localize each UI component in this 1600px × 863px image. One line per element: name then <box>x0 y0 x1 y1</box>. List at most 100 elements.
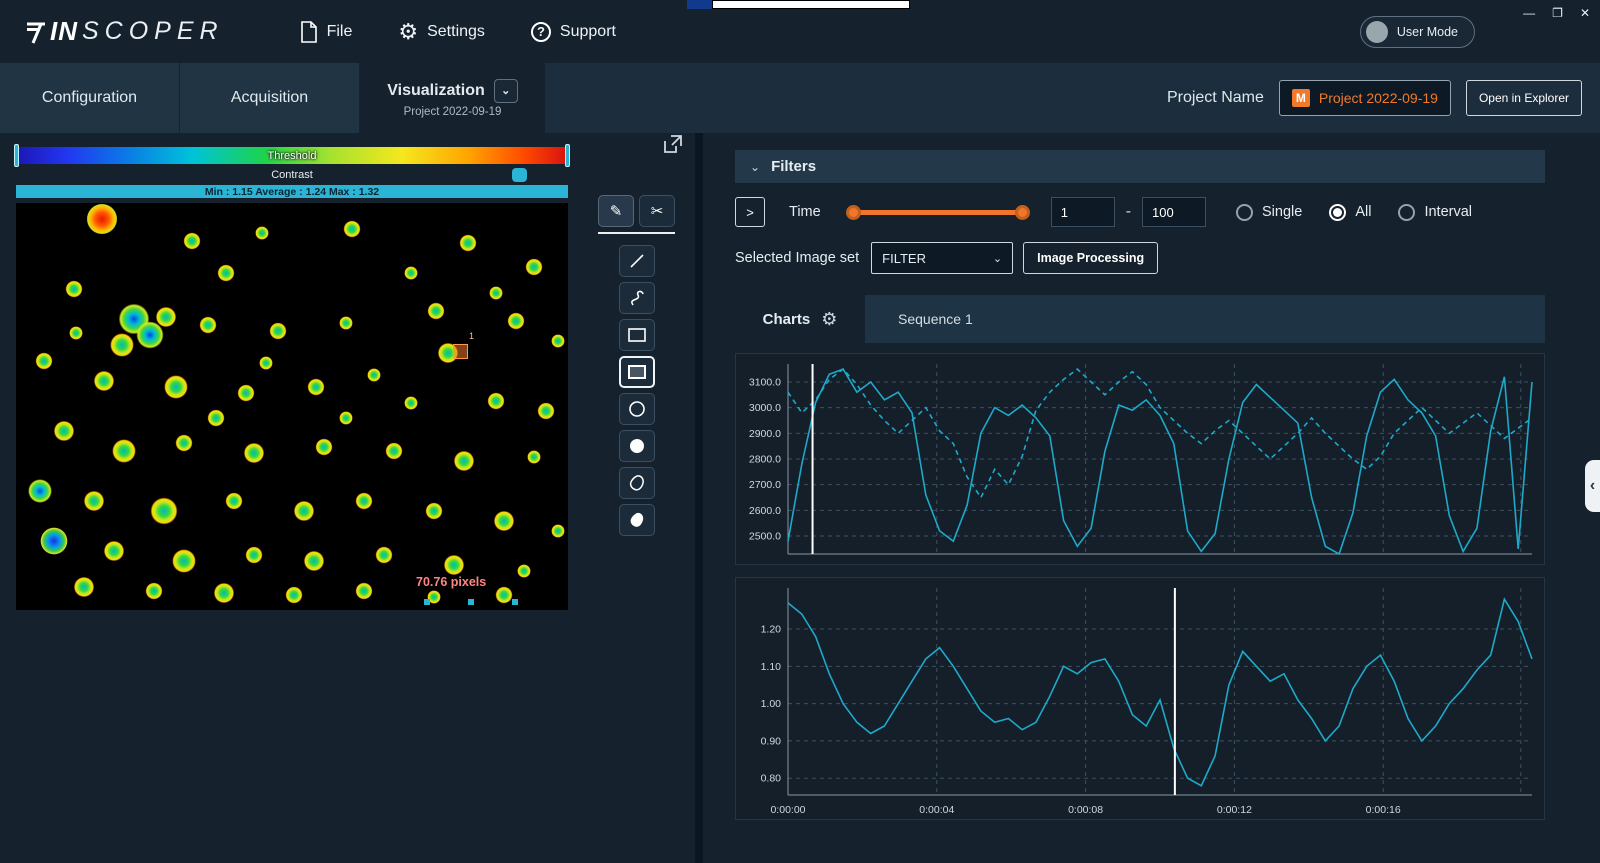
tab-visualization-label: Visualization <box>387 82 485 100</box>
image-set-row: Selected Image set FILTER ⌄ Image Proces… <box>735 242 1545 274</box>
threshold-max-handle[interactable] <box>565 144 570 167</box>
tab-configuration[interactable]: Configuration <box>0 63 180 133</box>
cells-canvas <box>16 203 568 610</box>
radio-single[interactable]: Single <box>1236 204 1302 221</box>
user-mode-toggle[interactable]: User Mode <box>1360 16 1475 48</box>
polygon-filled-icon <box>628 511 646 529</box>
svg-text:1.20: 1.20 <box>761 624 782 636</box>
chart-settings-gear-icon[interactable]: ⚙ <box>821 309 837 330</box>
open-external-window-button[interactable] <box>662 133 686 157</box>
contrast-handle[interactable] <box>512 168 527 182</box>
tab-acquisition[interactable]: Acquisition <box>180 63 360 133</box>
circle-outline-tool-button[interactable] <box>619 393 655 425</box>
tab-sequence-1[interactable]: Sequence 1 <box>898 311 973 327</box>
window-controls: — ❐ ✕ <box>1523 6 1590 20</box>
logo-text: SCOPER <box>82 17 224 46</box>
measurement-handle[interactable] <box>424 599 430 605</box>
tab-visualization-subtitle: Project 2022-09-19 <box>404 106 502 118</box>
svg-text:2800.0: 2800.0 <box>749 454 781 466</box>
filters-title: Filters <box>771 158 816 175</box>
pencil-tool-button[interactable]: ✎ <box>598 195 634 227</box>
image-viewer-panel: Threshold Contrast Min : 1.15 Average : … <box>0 133 695 863</box>
circle-filled-tool-button[interactable] <box>619 430 655 462</box>
close-button[interactable]: ✕ <box>1580 6 1590 20</box>
range-separator: - <box>1126 203 1131 221</box>
roi-annotation[interactable] <box>453 344 468 359</box>
measurement-handle[interactable] <box>468 599 474 605</box>
main-tabbar: Configuration Acquisition Visualization … <box>0 63 1600 133</box>
threshold-label: Threshold <box>268 150 317 162</box>
curve-tool-button[interactable] <box>619 282 655 314</box>
maximize-button[interactable]: ❐ <box>1552 6 1563 20</box>
radio-interval[interactable]: Interval <box>1398 204 1472 221</box>
tab-acquisition-label: Acquisition <box>231 89 308 107</box>
tab-visualization-dropdown[interactable]: ⌄ <box>494 79 518 103</box>
polygon-filled-tool-button[interactable] <box>619 504 655 536</box>
threshold-min-handle[interactable] <box>14 144 19 167</box>
roi-annotation-label: 1 <box>469 331 474 341</box>
svg-text:0:00:08: 0:00:08 <box>1068 804 1103 816</box>
app-logo: IN SCOPER <box>26 16 224 47</box>
annotation-toolbar: ✎ ✂ <box>598 195 680 536</box>
rectangle-outline-icon <box>627 327 647 343</box>
time-slider-min-handle[interactable] <box>846 205 861 220</box>
project-name-value: Project 2022-09-19 <box>1319 90 1438 106</box>
titlebar: IN SCOPER File ⚙ Settings ? Support User… <box>0 0 1600 63</box>
user-mode-knob <box>1366 21 1388 43</box>
tab-visualization[interactable]: Visualization ⌄ Project 2022-09-19 <box>360 63 545 133</box>
tab-charts[interactable]: Charts ⚙ <box>735 295 865 343</box>
minimize-button[interactable]: — <box>1523 6 1535 20</box>
logo-mark-icon <box>26 20 46 44</box>
project-name-box[interactable]: M Project 2022-09-19 <box>1279 80 1451 116</box>
svg-text:0:00:04: 0:00:04 <box>919 804 954 816</box>
time-end-input[interactable] <box>1142 197 1206 227</box>
microscopy-image[interactable]: 1 70.76 pixels <box>16 203 568 610</box>
circle-filled-icon <box>628 437 646 455</box>
charts-tabbar: Charts ⚙ Sequence 1 <box>735 295 1545 343</box>
measurement-handle[interactable] <box>512 599 518 605</box>
analysis-panel: ⌄ Filters > Time - Single All <box>703 133 1600 863</box>
rectangle-outline-tool-button[interactable] <box>619 319 655 351</box>
image-set-value: FILTER <box>882 251 926 266</box>
radio-interval-label: Interval <box>1424 204 1472 220</box>
line-icon <box>628 252 646 270</box>
radio-single-label: Single <box>1262 204 1302 220</box>
ratio-chart[interactable]: 0.800.901.001.101.200:00:000:00:040:00:0… <box>735 577 1545 820</box>
chevron-down-icon: ⌄ <box>750 160 760 174</box>
menu-support[interactable]: ? Support <box>531 22 616 42</box>
menu-settings[interactable]: ⚙ Settings <box>398 21 485 43</box>
time-filter-row: > Time - Single All Interva <box>735 196 1545 228</box>
collapse-panel-handle[interactable]: ‹ <box>1585 460 1600 512</box>
filters-section-header[interactable]: ⌄ Filters <box>735 150 1545 183</box>
svg-text:2600.0: 2600.0 <box>749 505 781 517</box>
window-drag-artifact <box>712 0 910 9</box>
time-start-input[interactable] <box>1051 197 1115 227</box>
radio-all[interactable]: All <box>1329 204 1371 221</box>
scissors-icon: ✂ <box>651 202 664 220</box>
open-in-explorer-button[interactable]: Open in Explorer <box>1466 80 1582 116</box>
threshold-gradient-slider[interactable]: Threshold <box>16 147 568 164</box>
user-mode-label: User Mode <box>1397 25 1458 39</box>
intensity-chart[interactable]: 2500.02600.02700.02800.02900.03000.03100… <box>735 353 1545 565</box>
time-range-slider[interactable] <box>849 210 1027 215</box>
external-window-icon <box>662 133 684 155</box>
image-set-dropdown[interactable]: FILTER ⌄ <box>871 242 1013 274</box>
panel-splitter[interactable]: ⋮⋮ <box>695 133 703 863</box>
rectangle-filled-tool-button[interactable] <box>619 356 655 388</box>
menu-file[interactable]: File <box>300 21 353 43</box>
contrast-slider[interactable]: Contrast <box>16 166 568 184</box>
line-tool-button[interactable] <box>619 245 655 277</box>
measurement-label: 70.76 pixels <box>416 575 486 589</box>
svg-text:2900.0: 2900.0 <box>749 428 781 440</box>
time-mode-radios: Single All Interval <box>1236 204 1472 221</box>
radio-all-circle <box>1329 204 1346 221</box>
time-slider-max-handle[interactable] <box>1015 205 1030 220</box>
expand-filter-button[interactable]: > <box>735 197 765 227</box>
logo-text-bold: IN <box>50 16 78 47</box>
image-processing-button[interactable]: Image Processing <box>1023 242 1158 274</box>
svg-text:0.80: 0.80 <box>761 773 782 785</box>
svg-text:1.00: 1.00 <box>761 698 782 710</box>
scissors-tool-button[interactable]: ✂ <box>639 195 675 227</box>
polygon-outline-tool-button[interactable] <box>619 467 655 499</box>
menu-settings-label: Settings <box>427 23 485 41</box>
